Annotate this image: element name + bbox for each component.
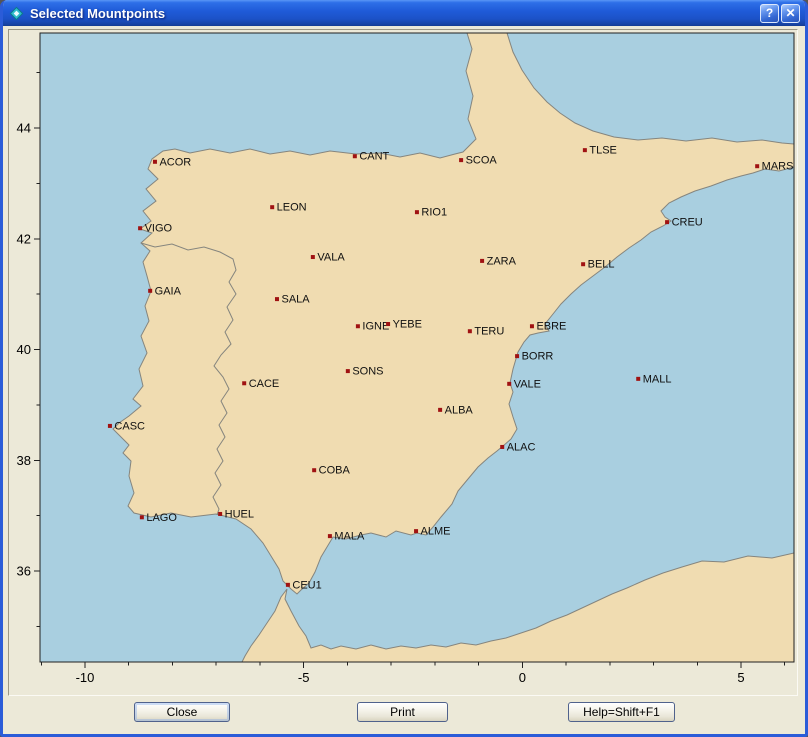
station-marker-VIGO [138,226,142,230]
station-label-LEON: LEON [277,202,307,214]
station-label-BELL: BELL [588,259,615,271]
station-marker-MARS [755,164,759,168]
x-tick-label: 5 [737,670,744,685]
y-tick-label: 38 [17,453,31,468]
x-tick-label: -5 [298,670,310,685]
close-button[interactable]: Close [134,702,230,722]
station-marker-MALL [636,377,640,381]
window-title: Selected Mountpoints [30,6,760,21]
app-icon [8,5,25,22]
station-label-CEU1: CEU1 [292,579,321,591]
station-marker-ZARA [480,259,484,263]
station-label-IGNE: IGNE [362,321,389,333]
station-label-VALE: VALE [514,378,541,390]
y-tick-label: 40 [17,342,31,357]
station-marker-CEU1 [286,583,290,587]
station-marker-YEBE [386,322,390,326]
station-marker-ALAC [500,445,504,449]
station-marker-TERU [468,329,472,333]
station-label-VIGO: VIGO [145,223,173,235]
help-shortcut-button[interactable]: Help=Shift+F1 [568,702,675,722]
close-window-button[interactable]: ✕ [781,4,800,23]
station-label-CANT: CANT [359,151,389,163]
station-marker-ALBA [438,408,442,412]
station-marker-CANT [353,154,357,158]
station-label-SALA: SALA [281,294,310,306]
station-marker-TLSE [583,148,587,152]
station-marker-MALA [328,534,332,538]
y-tick-label: 42 [17,231,31,246]
x-tick-label: -10 [76,670,95,685]
station-label-YEBE: YEBE [393,319,422,331]
station-marker-ALME [414,529,418,533]
station-label-VALA: VALA [317,252,345,264]
station-marker-SONS [346,369,350,373]
station-marker-HUEL [218,512,222,516]
station-label-ACOR: ACOR [159,156,191,168]
selected-mountpoints-window: Selected Mountpoints ? ✕ [0,0,808,737]
x-tick-label: 0 [519,670,526,685]
station-marker-IGNE [356,324,360,328]
station-marker-CASC [108,424,112,428]
station-label-SCOA: SCOA [466,155,498,167]
station-marker-SCOA [459,158,463,162]
station-label-LAGO: LAGO [146,512,177,524]
station-label-GAIA: GAIA [155,285,182,297]
station-label-BORR: BORR [522,351,554,363]
station-label-MALA: MALA [334,531,365,543]
station-marker-VALA [311,255,315,259]
title-bar[interactable]: Selected Mountpoints ? ✕ [3,0,805,26]
dialog-body: ACOR CANT SCOA TLSE MARS LEON RIO1 CREU VIGO VALA… [3,26,805,734]
station-marker-RIO1 [415,210,419,214]
station-marker-EBRE [530,324,534,328]
titlebar-buttons: ? ✕ [760,4,800,23]
station-label-ZARA: ZARA [487,255,517,267]
station-marker-CREU [665,220,669,224]
station-marker-CACE [242,381,246,385]
station-marker-BORR [515,354,519,358]
station-label-ALBA: ALBA [445,404,474,416]
map-canvas: ACOR CANT SCOA TLSE MARS LEON RIO1 CREU VIGO VALA… [9,30,797,695]
station-marker-SALA [275,297,279,301]
station-label-TERU: TERU [474,326,504,338]
help-titlebar-button[interactable]: ? [760,4,779,23]
map-widget: ACOR CANT SCOA TLSE MARS LEON RIO1 CREU VIGO VALA… [8,29,798,696]
station-label-CASC: CASC [114,420,145,432]
station-label-MALL: MALL [643,373,672,385]
station-label-SONS: SONS [352,366,383,378]
station-label-RIO1: RIO1 [421,207,447,219]
station-marker-GAIA [148,289,152,293]
station-marker-LAGO [140,515,144,519]
station-label-HUEL: HUEL [225,508,254,520]
print-button[interactable]: Print [357,702,448,722]
station-label-TLSE: TLSE [589,145,617,157]
station-marker-VALE [507,382,511,386]
station-label-COBA: COBA [319,465,351,477]
station-marker-COBA [312,468,316,472]
station-marker-LEON [270,205,274,209]
station-marker-ACOR [153,160,157,164]
station-marker-BELL [581,262,585,266]
station-label-EBRE: EBRE [536,321,566,333]
station-label-CACE: CACE [249,378,280,390]
y-tick-label: 36 [17,564,31,579]
station-label-ALME: ALME [421,526,451,538]
station-label-MARS: MARS [762,161,794,173]
station-label-CREU: CREU [672,217,703,229]
y-tick-label: 44 [17,121,31,136]
station-label-ALAC: ALAC [507,441,536,453]
